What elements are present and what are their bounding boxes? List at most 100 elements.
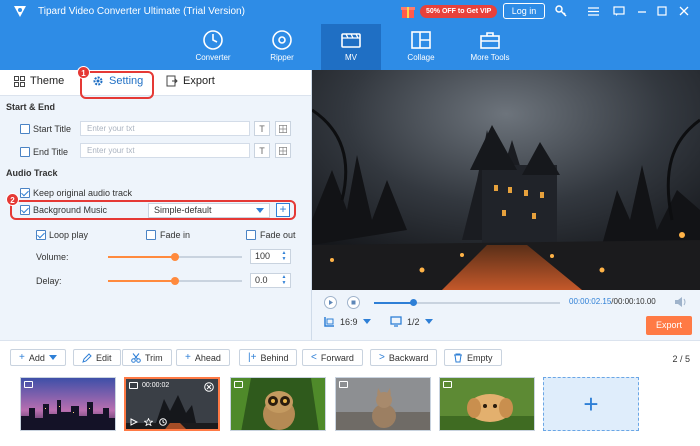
start-end-title: Start & End <box>6 102 56 112</box>
vip-promo[interactable]: 50% OFF to Get VIP <box>400 3 498 19</box>
clip-thumbnail-cat[interactable] <box>335 377 431 431</box>
add-music-button[interactable]: + <box>276 203 290 217</box>
clock-icon[interactable] <box>159 418 167 426</box>
minimize-icon[interactable] <box>634 3 650 19</box>
video-preview <box>312 70 700 290</box>
volume-knob[interactable] <box>171 253 179 261</box>
music-select[interactable]: Simple-default <box>148 203 270 218</box>
fade-out-checkbox[interactable] <box>246 230 256 240</box>
stepper-arrows-icon[interactable]: ▲ ▼ <box>279 274 289 287</box>
image-icon <box>234 381 243 388</box>
fade-in-checkbox[interactable] <box>146 230 156 240</box>
tab-collage[interactable]: Collage <box>391 24 451 70</box>
app-title: Tipard Video Converter Ultimate (Trial V… <box>38 6 245 17</box>
empty-label: Empty <box>467 352 493 363</box>
maximize-icon[interactable] <box>654 3 670 19</box>
start-title-font-button[interactable]: T <box>254 121 270 136</box>
collage-icon <box>411 31 431 49</box>
background-music-checkbox[interactable] <box>20 205 30 215</box>
monitor-icon <box>390 316 402 327</box>
chevron-left-icon: < <box>311 352 317 363</box>
fade-out-label: Fade out <box>260 230 296 240</box>
loop-play-checkbox[interactable] <box>36 230 46 240</box>
play-icon[interactable] <box>130 418 138 426</box>
chevron-down-icon <box>256 208 264 213</box>
clip-thumbnail-tarsier[interactable] <box>230 377 326 431</box>
keep-original-label: Keep original audio track <box>33 188 133 198</box>
image-icon <box>24 381 33 388</box>
ripper-icon <box>272 30 292 50</box>
end-title-input[interactable]: Enter your txt <box>80 143 250 158</box>
start-title-label: Start Title <box>33 124 72 134</box>
clip-thumbnail-haunted-house[interactable]: 00:00:02 <box>124 377 220 431</box>
start-title-checkbox[interactable] <box>20 124 30 134</box>
tab-ripper[interactable]: Ripper <box>252 24 312 70</box>
progress-knob[interactable] <box>409 299 417 306</box>
delay-label: Delay: <box>36 276 62 286</box>
tab-more-tools-label: More Tools <box>470 53 510 62</box>
tab-more-tools[interactable]: More Tools <box>460 24 520 70</box>
ahead-label: Ahead <box>194 352 221 363</box>
audio-track-title: Audio Track <box>6 168 58 178</box>
time-readout: 00:00:02.15/00:00:10.00 <box>569 297 656 306</box>
insert-behind-icon: |+ <box>248 352 257 363</box>
add-clip-tile[interactable]: + <box>543 377 639 431</box>
puppy-image <box>440 378 534 430</box>
end-title-label: End Title <box>33 147 69 157</box>
aspect-ratio-icon <box>324 317 334 327</box>
promo-badge[interactable]: 50% OFF to Get VIP <box>420 4 498 18</box>
ahead-button[interactable]: + Ahead <box>176 349 230 366</box>
preview-panel: 00:00:02.15/00:00:10.00 16:9 1/2 Export <box>312 70 700 340</box>
playback-progress[interactable] <box>374 299 560 306</box>
end-title-checkbox[interactable] <box>20 147 30 157</box>
screen-page-select[interactable]: 1/2 <box>390 316 433 327</box>
tab-collage-label: Collage <box>407 53 435 62</box>
chevron-down-icon <box>362 318 371 324</box>
stepper-arrows-icon[interactable]: ▲ ▼ <box>279 250 289 263</box>
play-button[interactable] <box>324 296 337 309</box>
tab-mv[interactable]: MV <box>321 24 381 70</box>
effects-star-icon[interactable] <box>144 418 153 426</box>
volume-icon[interactable] <box>674 296 688 308</box>
close-icon[interactable] <box>676 3 692 19</box>
clip-thumbnail-puppy[interactable] <box>439 377 535 431</box>
empty-button[interactable]: Empty <box>444 349 502 366</box>
clip-thumbnail-city[interactable] <box>20 377 116 431</box>
tab-mv-label: MV <box>345 53 357 62</box>
menu-icon[interactable] <box>585 3 601 19</box>
fade-in-label: Fade in <box>160 230 191 240</box>
behind-button[interactable]: |+ Behind <box>239 349 298 366</box>
tab-export[interactable]: Export <box>166 75 215 87</box>
stop-button[interactable] <box>347 296 360 309</box>
start-title-grid-button[interactable] <box>275 121 291 136</box>
add-button[interactable]: + Add <box>10 349 66 366</box>
delay-slider[interactable] <box>108 277 242 285</box>
export-button[interactable]: Export <box>646 316 692 335</box>
delay-stepper[interactable]: 0.0 ▲ ▼ <box>250 273 291 288</box>
edit-button[interactable]: Edit <box>73 349 121 366</box>
feedback-icon[interactable] <box>611 3 627 19</box>
tab-theme[interactable]: Theme <box>14 75 64 87</box>
aspect-ratio-select[interactable]: 16:9 <box>324 316 371 327</box>
close-icon[interactable] <box>204 382 214 392</box>
end-title-grid-button[interactable] <box>275 143 291 158</box>
tab-converter[interactable]: Converter <box>183 24 243 70</box>
trim-button[interactable]: Trim <box>122 349 172 366</box>
backward-button[interactable]: > Backward <box>370 349 438 366</box>
step-marker-2: 2 <box>6 193 19 206</box>
login-button[interactable]: Log in <box>503 3 545 19</box>
setting-highlight <box>80 71 154 99</box>
volume-slider[interactable] <box>108 253 242 261</box>
start-title-input[interactable]: Enter your txt <box>80 121 250 136</box>
time-total: /00:00:10.00 <box>611 297 656 306</box>
app-logo-icon <box>14 6 26 17</box>
key-icon[interactable] <box>553 3 569 19</box>
clip-duration: 00:00:02 <box>142 382 170 389</box>
chevron-right-icon: > <box>379 352 385 363</box>
volume-stepper[interactable]: 100 ▲ ▼ <box>250 249 291 264</box>
keep-original-checkbox[interactable] <box>20 188 30 198</box>
end-title-font-button[interactable]: T <box>254 143 270 158</box>
delay-knob[interactable] <box>171 277 179 285</box>
image-icon <box>339 381 348 388</box>
forward-button[interactable]: < Forward <box>302 349 363 366</box>
